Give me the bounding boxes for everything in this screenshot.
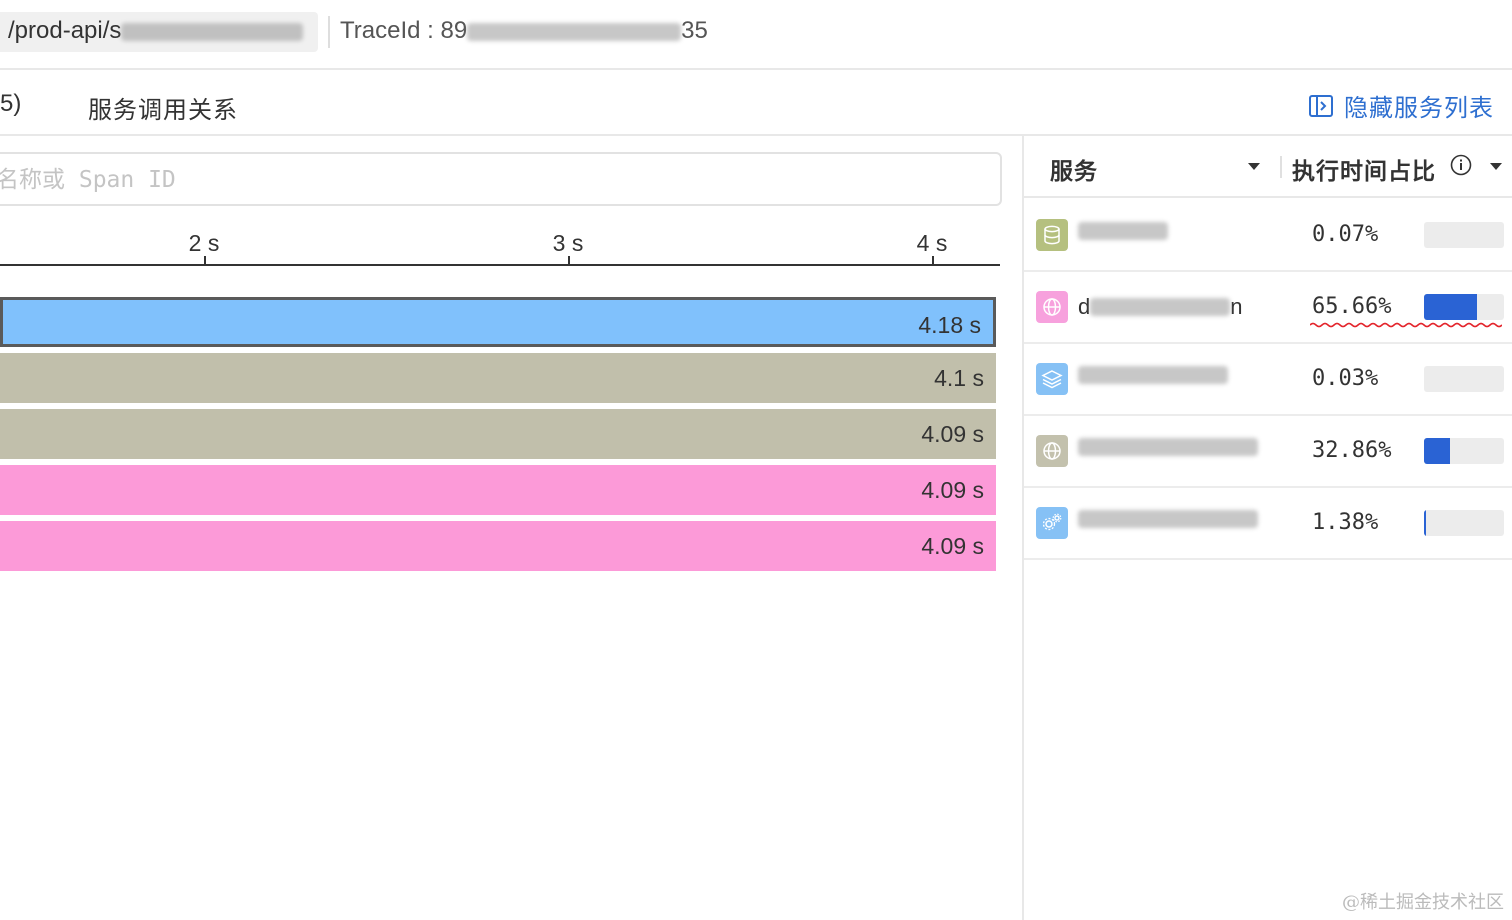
globe-icon	[1036, 435, 1068, 467]
trace-id-suffix: 35	[681, 17, 708, 44]
axis-tick	[932, 256, 934, 264]
hide-service-list-label: 隐藏服务列表	[1344, 95, 1494, 122]
service-ratio: 0.03%	[1312, 366, 1379, 391]
layers-icon	[1036, 363, 1068, 395]
span-bar[interactable]: 4.09 s	[0, 521, 996, 571]
service-column-header[interactable]: 服务	[1050, 152, 1098, 186]
panel-collapse-icon	[1309, 94, 1333, 117]
ratio-column-header[interactable]: 执行时间占比	[1292, 152, 1436, 186]
redacted-trace-id	[467, 22, 682, 41]
spellcheck-underline	[1310, 322, 1502, 328]
service-row[interactable]: 0.07%	[1024, 198, 1512, 272]
redacted-service-name	[1090, 298, 1231, 316]
watermark: @稀土掘金技术社区	[1342, 892, 1504, 913]
service-ratio: 0.07%	[1312, 222, 1379, 247]
span-search	[0, 152, 1002, 206]
service-name	[1078, 438, 1258, 456]
ratio-bar-fill	[1424, 510, 1426, 536]
ratio-bar-track	[1424, 366, 1504, 392]
globe-icon	[1036, 291, 1068, 323]
ratio-bar-fill	[1424, 438, 1451, 464]
span-bar[interactable]: 4.09 s	[0, 465, 996, 515]
ratio-sort-caret-icon[interactable]	[1490, 163, 1502, 170]
span-duration: 4.09 s	[921, 477, 984, 503]
service-name	[1078, 510, 1258, 528]
tab-partial[interactable]: 5)	[0, 90, 21, 118]
ratio-bar-track	[1424, 510, 1504, 536]
service-row[interactable]: 1.38%	[1024, 486, 1512, 560]
service-row[interactable]: 0.03%	[1024, 342, 1512, 416]
axis-tick	[204, 256, 206, 264]
ratio-bar-track	[1424, 438, 1504, 464]
api-path-prefix: /prod-api/s	[8, 17, 122, 44]
service-name-prefix: d	[1078, 294, 1091, 319]
span-bar[interactable]: 4.09 s	[0, 409, 996, 459]
service-name	[1078, 366, 1228, 384]
span-duration: 4.09 s	[921, 533, 984, 559]
service-name-suffix: n	[1230, 294, 1243, 319]
redacted-service-name	[1078, 222, 1168, 240]
service-ratio: 65.66%	[1312, 294, 1392, 319]
service-name: dn	[1078, 294, 1243, 320]
service-panel-header: 服务 执行时间占比	[1024, 136, 1512, 198]
span-duration: 4.09 s	[921, 421, 984, 447]
service-ratio: 1.38%	[1312, 510, 1379, 535]
hide-service-list-button[interactable]: 隐藏服务列表	[1308, 88, 1494, 123]
header-divider	[328, 16, 330, 48]
service-panel: 服务 执行时间占比 0.07% dn 65.66% 0.03% 32.86% 1…	[1022, 136, 1512, 920]
info-icon[interactable]	[1450, 154, 1472, 176]
axis-tick	[568, 256, 570, 264]
trace-id: TraceId : 89 35	[340, 17, 708, 45]
tab-service-call-relation[interactable]: 服务调用关系	[88, 90, 238, 125]
redacted-service-name	[1078, 438, 1258, 456]
axis-tick-label: 2 s	[188, 230, 220, 256]
axis-tick-label: 3 s	[552, 230, 584, 256]
ratio-bar-track	[1424, 222, 1504, 248]
tabs-row: 5) 服务调用关系 隐藏服务列表	[0, 70, 1512, 136]
span-duration: 4.1 s	[934, 365, 984, 391]
span-duration: 4.18 s	[918, 312, 981, 338]
ratio-bar-fill	[1424, 294, 1477, 320]
trace-id-label: TraceId : 89	[340, 17, 468, 44]
gears-icon	[1036, 507, 1068, 539]
redacted-service-name	[1078, 366, 1228, 384]
span-search-input[interactable]	[0, 154, 1002, 206]
service-row[interactable]: dn 65.66%	[1024, 270, 1512, 344]
service-sort-caret-icon[interactable]	[1248, 163, 1260, 170]
service-row[interactable]: 32.86%	[1024, 414, 1512, 488]
span-bar[interactable]: 4.1 s	[0, 353, 996, 403]
database-icon	[1036, 219, 1068, 251]
service-name	[1078, 222, 1168, 240]
service-ratio: 32.86%	[1312, 438, 1392, 463]
axis-line	[0, 264, 1000, 266]
axis-tick-label: 4 s	[916, 230, 948, 256]
top-bar: /prod-api/s TraceId : 89 35	[0, 0, 1512, 70]
span-bar[interactable]: 4.18 s	[0, 297, 996, 347]
time-axis: 2 s 3 s 4 s	[0, 220, 1000, 268]
ratio-bar-track	[1424, 294, 1504, 320]
redacted-service-name	[1078, 510, 1258, 528]
column-divider	[1280, 156, 1282, 178]
redacted-path	[121, 22, 304, 41]
api-path: /prod-api/s	[8, 17, 304, 45]
